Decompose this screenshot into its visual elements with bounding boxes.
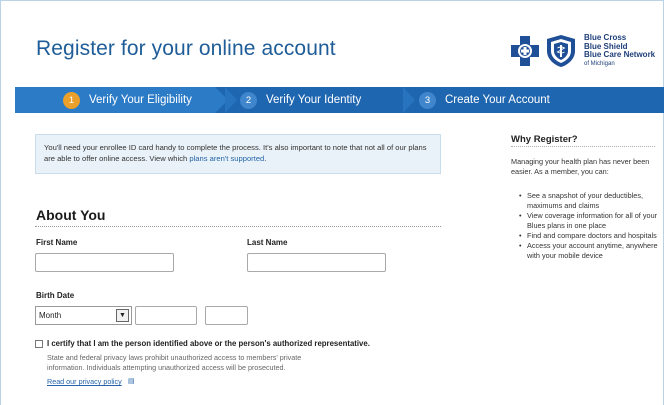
section-divider	[35, 226, 441, 227]
step-label: Verify Your Eligibility	[89, 94, 192, 106]
last-name-label: Last Name	[247, 238, 288, 247]
enrollee-notice: You'll need your enrollee ID card handy …	[35, 134, 441, 174]
list-item: View coverage information for all of you…	[519, 211, 659, 231]
bcbs-logo: Blue Cross Blue Shield Blue Care Network…	[509, 33, 655, 69]
list-item: Access your account anytime, anywhere wi…	[519, 241, 659, 261]
privacy-notice: State and federal privacy laws prohibit …	[47, 353, 302, 372]
birth-day-input[interactable]	[135, 306, 197, 325]
step-number: 3	[419, 91, 436, 109]
why-register-intro: Managing your health plan has never been…	[511, 157, 650, 176]
page-title: Register for your online account	[36, 37, 336, 60]
step-verify-identity: 2 Verify Your Identity	[240, 87, 361, 113]
step-verify-eligibility: 1 Verify Your Eligibility	[63, 87, 192, 113]
step-create-account: 3 Create Your Account	[419, 87, 550, 113]
step-divider-icon	[403, 87, 415, 113]
step-label: Create Your Account	[445, 94, 550, 106]
blue-cross-icon	[511, 36, 539, 66]
logo-text: Blue Cross Blue Shield Blue Care Network…	[584, 33, 656, 67]
certify-label: I certify that I am the person identifie…	[47, 339, 370, 348]
progress-steps: 1 Verify Your Eligibility 2 Verify Your …	[15, 87, 664, 113]
why-register-heading: Why Register?	[511, 134, 578, 145]
list-item: Find and compare doctors and hospitals	[519, 231, 659, 241]
about-you-heading: About You	[36, 207, 106, 223]
first-name-input[interactable]	[35, 253, 174, 272]
chevron-down-icon[interactable]: ▼	[116, 309, 129, 322]
benefits-list: See a snapshot of your deductibles, maxi…	[519, 191, 659, 261]
step-number: 2	[240, 91, 257, 109]
step-label: Verify Your Identity	[266, 94, 362, 106]
step-number: 1	[63, 91, 80, 109]
list-item: See a snapshot of your deductibles, maxi…	[519, 191, 659, 211]
page-frame: Register for your online account Blue Cr…	[0, 0, 664, 405]
section-divider	[511, 146, 655, 147]
step-divider-icon	[225, 87, 237, 113]
birth-month-select[interactable]: Month ▼	[35, 306, 132, 325]
birth-year-input[interactable]	[205, 306, 248, 325]
external-document-icon[interactable]: ▤	[128, 377, 135, 385]
last-name-input[interactable]	[247, 253, 386, 272]
blue-shield-icon	[547, 35, 575, 67]
privacy-policy-link[interactable]: Read our privacy policy	[47, 377, 122, 386]
first-name-label: First Name	[36, 238, 78, 247]
birth-date-label: Birth Date	[36, 291, 75, 300]
certify-checkbox[interactable]	[35, 340, 43, 348]
unsupported-plans-link[interactable]: plans aren't supported	[189, 154, 264, 163]
